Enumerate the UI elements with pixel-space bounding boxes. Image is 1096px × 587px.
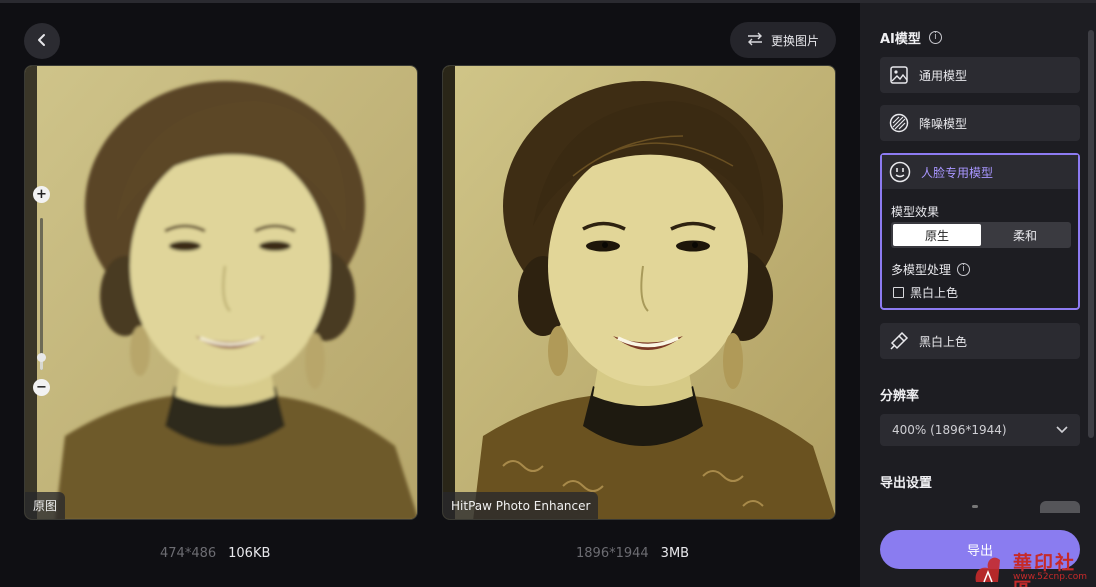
export-settings-title: 导出设置 bbox=[880, 476, 933, 491]
original-dimensions: 474*486 bbox=[160, 546, 217, 561]
effect-option-native[interactable]: 原生 bbox=[893, 224, 981, 246]
swap-icon bbox=[747, 32, 763, 49]
zoom-out-button[interactable]: − bbox=[33, 379, 50, 396]
ai-model-heading: AI模型 i bbox=[880, 28, 942, 47]
colorize-checkbox[interactable] bbox=[893, 287, 904, 298]
face-icon bbox=[889, 161, 911, 183]
zoom-in-button[interactable]: + bbox=[33, 186, 50, 203]
model-general[interactable]: 通用模型 bbox=[880, 57, 1080, 93]
enhanced-meta: 1896*1944 3MB bbox=[576, 546, 689, 561]
change-image-label: 更换图片 bbox=[770, 33, 819, 48]
watermark-url: www.52cnp.com bbox=[1013, 572, 1088, 582]
export-settings-heading: 导出设置 bbox=[880, 472, 932, 491]
model-face-label: 人脸专用模型 bbox=[921, 165, 994, 180]
enhanced-portrait-image bbox=[443, 66, 835, 519]
original-photo[interactable]: 原图 bbox=[24, 65, 418, 520]
model-general-label: 通用模型 bbox=[919, 68, 968, 83]
resolution-value: 400% (1896*1944) bbox=[892, 423, 1007, 437]
zoom-slider-handle[interactable] bbox=[37, 353, 46, 362]
model-colorize[interactable]: 黑白上色 bbox=[880, 323, 1080, 359]
original-portrait-image bbox=[25, 66, 417, 519]
model-face[interactable]: 人脸专用模型 bbox=[882, 155, 1078, 189]
original-file-size: 106KB bbox=[228, 546, 271, 561]
image-icon bbox=[889, 65, 909, 85]
zoom-slider[interactable] bbox=[40, 218, 43, 370]
effect-option-soft[interactable]: 柔和 bbox=[981, 224, 1069, 246]
enhanced-dimensions: 1896*1944 bbox=[576, 546, 649, 561]
denoise-icon bbox=[889, 113, 909, 133]
model-colorize-label: 黑白上色 bbox=[919, 334, 968, 349]
enhanced-photo[interactable]: HitPaw Photo Enhancer bbox=[442, 65, 836, 520]
resolution-title: 分辨率 bbox=[880, 389, 920, 404]
enhanced-file-size: 3MB bbox=[660, 546, 690, 561]
colorize-checkbox-label: 黑白上色 bbox=[910, 286, 959, 300]
panel-scrollbar[interactable] bbox=[1088, 30, 1094, 438]
resolution-heading: 分辨率 bbox=[880, 385, 919, 404]
original-meta: 474*486 106KB bbox=[160, 546, 270, 561]
resolution-select[interactable]: 400% (1896*1944) bbox=[880, 414, 1080, 446]
info-icon[interactable]: i bbox=[928, 31, 942, 44]
face-model-card: 人脸专用模型 模型效果 原生 柔和 多模型处理 i 黑白上色 bbox=[880, 153, 1080, 310]
effect-toggle: 原生 柔和 bbox=[891, 222, 1071, 248]
colorize-icon bbox=[889, 331, 909, 351]
enhanced-tag: HitPaw Photo Enhancer bbox=[443, 492, 599, 519]
effect-label: 模型效果 bbox=[891, 205, 940, 219]
ai-model-title: AI模型 bbox=[880, 32, 921, 47]
option-indicator bbox=[972, 505, 978, 508]
back-button[interactable] bbox=[24, 23, 60, 59]
model-denoise[interactable]: 降噪模型 bbox=[880, 105, 1080, 141]
multi-model-label: 多模型处理 bbox=[891, 263, 952, 277]
colorize-checkbox-row[interactable]: 黑白上色 bbox=[893, 284, 958, 301]
chevron-left-icon bbox=[35, 32, 49, 51]
export-toggle[interactable] bbox=[1040, 501, 1080, 513]
change-image-button[interactable]: 更换图片 bbox=[730, 22, 836, 58]
multi-model-heading: 多模型处理 i bbox=[891, 261, 971, 278]
chevron-down-icon bbox=[1056, 423, 1068, 437]
original-tag: 原图 bbox=[25, 492, 66, 519]
info-icon[interactable]: i bbox=[957, 263, 971, 276]
model-denoise-label: 降噪模型 bbox=[919, 116, 968, 131]
